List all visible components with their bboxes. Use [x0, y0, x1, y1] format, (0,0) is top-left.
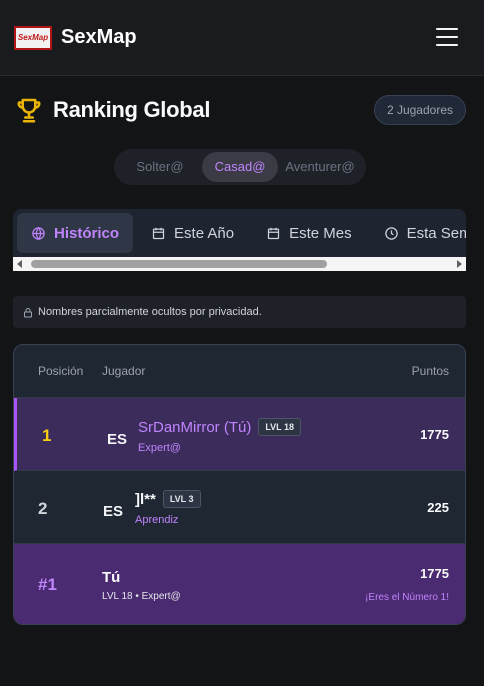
top-bar: SexMap SexMap: [0, 0, 484, 76]
leaderboard-table: Posición Jugador Puntos 1 ES SrDanMirror…: [13, 344, 466, 625]
scroll-right-arrow-icon[interactable]: [457, 260, 462, 268]
player-points: 1775: [420, 427, 449, 442]
your-name: Tú: [102, 569, 121, 586]
category-selector: Solter@ Casad@ Aventurer@: [114, 149, 366, 185]
player-name: SrDanMirror (Tú) LVL 18: [138, 418, 302, 436]
lock-icon: [24, 307, 32, 317]
header-position: Posición: [38, 364, 84, 378]
period-tabs: Histórico Este Año Este Mes Esta Semana: [13, 209, 466, 271]
table-row[interactable]: 1 ES SrDanMirror (Tú) LVL 18 Expert@ 1775: [14, 398, 465, 471]
player-count-badge: 2 Jugadores: [373, 95, 466, 125]
tab-esta-semana[interactable]: Esta Semana: [370, 213, 466, 253]
page-title: Ranking Global: [53, 97, 211, 122]
country-flag: ES: [103, 503, 124, 520]
tab-label: Esta Semana: [406, 224, 466, 242]
your-rank: #1: [38, 575, 57, 594]
menu-icon-line: [436, 28, 458, 30]
your-rank-note: ¡Eres el Número 1!: [365, 592, 449, 603]
tab-label: Histórico: [54, 224, 120, 242]
category-casad[interactable]: Casad@: [202, 152, 278, 182]
hamburger-menu-button[interactable]: [436, 28, 458, 46]
menu-icon-line: [436, 44, 458, 46]
tab-historico[interactable]: Histórico: [17, 213, 134, 253]
privacy-text: Nombres parcialmente ocultos por privaci…: [38, 306, 262, 318]
player-tier: Expert@: [138, 442, 181, 454]
player-tier: Aprendiz: [135, 514, 179, 526]
calendar-icon: [267, 227, 280, 239]
category-solter[interactable]: Solter@: [118, 152, 202, 182]
brand-name[interactable]: SexMap: [61, 26, 137, 49]
logo-text: SexMap: [17, 33, 49, 42]
tab-este-ano[interactable]: Este Año: [137, 213, 248, 253]
tab-label: Este Año: [174, 224, 235, 242]
globe-icon: [32, 226, 45, 240]
level-badge: LVL 3: [162, 490, 201, 508]
clock-icon: [384, 226, 398, 240]
your-position-row: #1 Tú LVL 18 • Expert@ 1775 ¡Eres el Núm…: [14, 544, 465, 624]
row-rank: 1: [42, 426, 52, 445]
title-row: Ranking Global 2 Jugadores: [14, 92, 466, 128]
player-name-text: ]l**: [135, 491, 156, 508]
tabs-scrollbar[interactable]: [13, 257, 466, 271]
category-aventurer[interactable]: Aventurer@: [278, 152, 362, 182]
trophy-icon: [17, 98, 41, 123]
tab-este-mes[interactable]: Este Mes: [252, 213, 366, 253]
your-points: 1775: [420, 566, 449, 581]
player-name-text: SrDanMirror (Tú): [138, 419, 252, 436]
player-name: ]l** LVL 3: [135, 490, 201, 508]
level-badge: LVL 18: [258, 418, 302, 436]
table-row[interactable]: 2 ES ]l** LVL 3 Aprendiz 225: [14, 471, 465, 544]
header-points: Puntos: [411, 364, 449, 378]
calendar-icon: [152, 227, 165, 239]
scroll-left-arrow-icon[interactable]: [17, 260, 22, 268]
table-header: Posición Jugador Puntos: [14, 345, 465, 398]
brand-logo[interactable]: SexMap: [14, 25, 52, 50]
player-points: 225: [427, 500, 449, 515]
header-player: Jugador: [102, 364, 146, 378]
country-flag: ES: [107, 431, 128, 448]
privacy-notice: Nombres parcialmente ocultos por privaci…: [13, 296, 466, 328]
tab-label: Este Mes: [289, 224, 352, 242]
your-level-tier: LVL 18 • Expert@: [102, 591, 181, 602]
row-rank: 2: [38, 499, 48, 518]
scroll-thumb[interactable]: [31, 260, 327, 268]
menu-icon-line: [436, 36, 458, 38]
